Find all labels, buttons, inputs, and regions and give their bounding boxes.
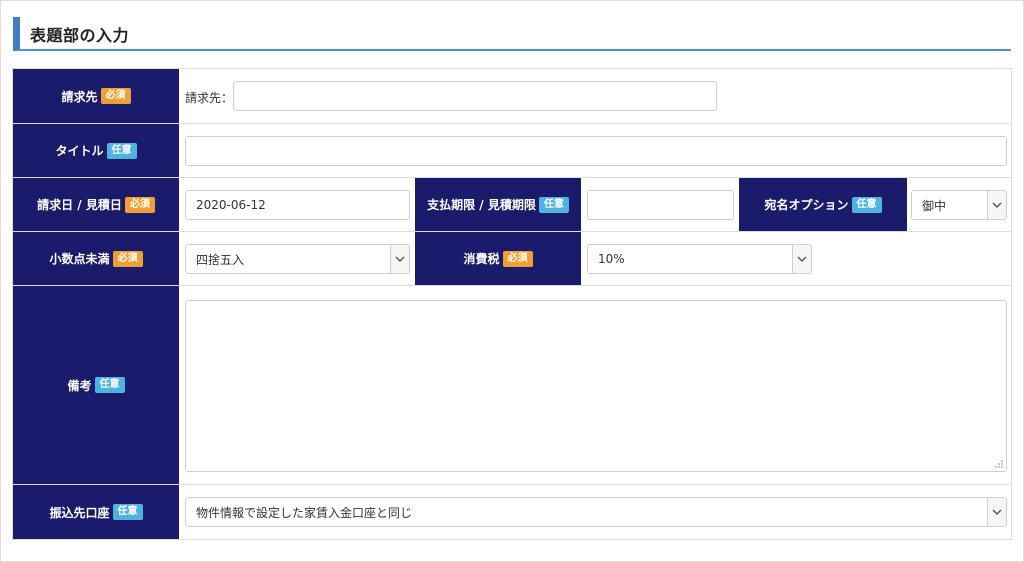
optional-badge: 任意 xyxy=(538,196,569,213)
chevron-down-icon[interactable] xyxy=(390,245,409,273)
resize-grip-icon[interactable] xyxy=(994,459,1004,469)
label-text: 備考 xyxy=(67,378,92,393)
rounding-select[interactable]: 四捨五入 xyxy=(185,244,410,274)
optional-badge: 任意 xyxy=(94,377,125,393)
label-text: 振込先口座 xyxy=(49,505,110,520)
honorific-select-value: 御中 xyxy=(922,198,947,213)
required-badge: 必須 xyxy=(100,88,131,104)
label-text: 請求先 xyxy=(61,89,98,104)
label-billing-to: 請求先 必須 xyxy=(13,69,179,123)
label-tax: 消費税 必須 xyxy=(415,232,581,285)
label-text: 消費税 xyxy=(463,252,500,266)
label-text: 小数点未満 xyxy=(49,252,110,266)
form-page: 表題部の入力 請求先 必須 請求先： タイトル 任意 請求日 / 見積日 必須 … xyxy=(0,0,1024,562)
label-text: 支払期限 / 見積期限 xyxy=(427,198,536,212)
label-date: 請求日 / 見積日 必須 xyxy=(13,178,179,231)
section-header: 表題部の入力 xyxy=(13,17,1011,51)
label-rounding: 小数点未満 必須 xyxy=(13,232,179,285)
notes-textarea[interactable] xyxy=(185,300,1007,472)
label-text: タイトル xyxy=(55,144,104,158)
optional-badge: 任意 xyxy=(106,142,137,159)
required-badge: 必須 xyxy=(502,250,533,267)
rounding-select-value: 四捨五入 xyxy=(196,252,245,267)
label-deadline: 支払期限 / 見積期限 任意 xyxy=(415,178,581,231)
optional-badge: 任意 xyxy=(112,504,143,520)
tax-select[interactable]: 10% xyxy=(587,244,812,274)
section-title: 表題部の入力 xyxy=(30,26,130,45)
optional-badge: 任意 xyxy=(851,196,882,213)
date-input[interactable]: 2020-06-12 xyxy=(185,190,410,220)
honorific-select[interactable]: 御中 xyxy=(911,190,1007,220)
label-text: 宛名オプション xyxy=(764,198,849,212)
chevron-down-icon[interactable] xyxy=(987,191,1006,219)
tax-select-value: 10% xyxy=(598,252,625,266)
label-title: タイトル 任意 xyxy=(13,124,179,177)
deadline-input[interactable] xyxy=(587,190,734,220)
label-bank: 振込先口座 任意 xyxy=(13,485,179,539)
label-text: 請求日 / 見積日 xyxy=(37,198,122,212)
required-badge: 必須 xyxy=(124,196,155,213)
label-honorific: 宛名オプション 任意 xyxy=(739,178,907,231)
chevron-down-icon[interactable] xyxy=(987,498,1006,526)
form-table: 請求先 必須 請求先： タイトル 任意 請求日 / 見積日 必須 2020-06… xyxy=(12,68,1012,540)
label-notes: 備考 任意 xyxy=(13,286,179,484)
billing-to-input[interactable] xyxy=(233,81,717,111)
chevron-down-icon[interactable] xyxy=(792,245,811,273)
billing-to-inline-label: 請求先： xyxy=(185,91,234,105)
title-input[interactable] xyxy=(185,136,1007,166)
required-badge: 必須 xyxy=(112,250,143,267)
bank-select-value: 物件情報で設定した家賃入金口座と同じ xyxy=(196,505,413,520)
bank-select[interactable]: 物件情報で設定した家賃入金口座と同じ xyxy=(185,497,1007,527)
